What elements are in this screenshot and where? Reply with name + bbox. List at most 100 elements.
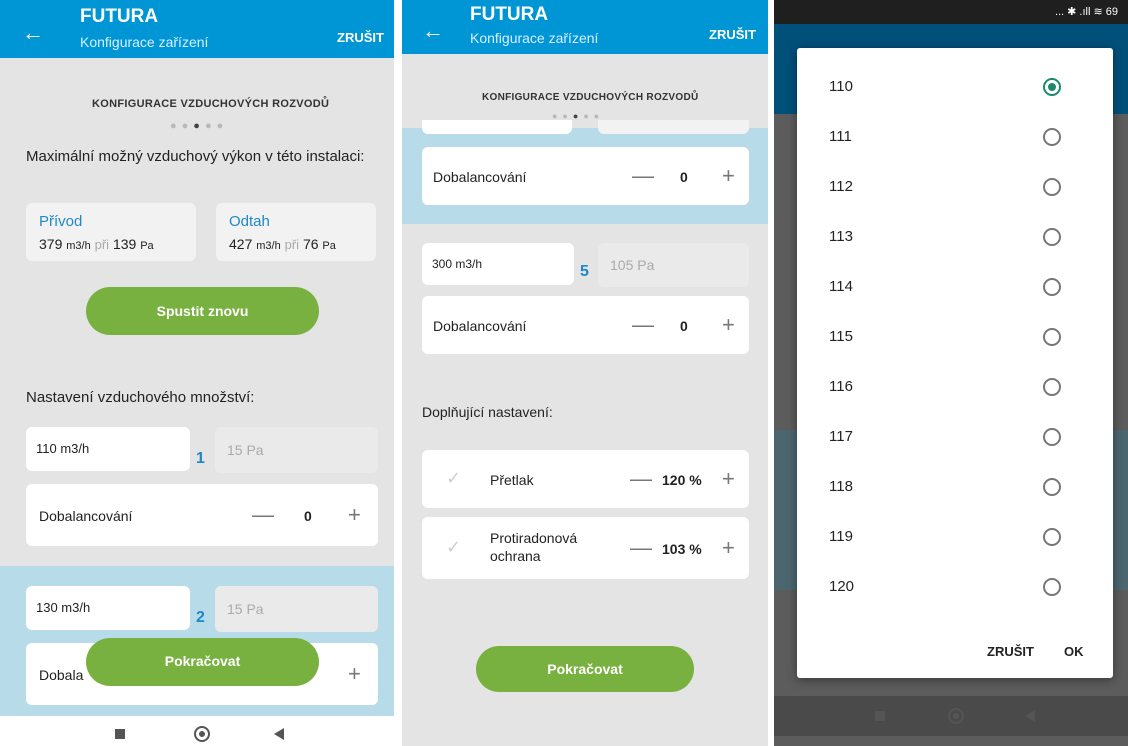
pressure-field-1: 15 Pa	[215, 427, 378, 473]
balance-value: 0	[680, 169, 688, 185]
option-112[interactable]: 112	[797, 164, 1113, 214]
radio-icon[interactable]	[1043, 278, 1061, 296]
plus-icon[interactable]: +	[348, 663, 361, 685]
check-icon[interactable]: ✓	[446, 468, 461, 489]
app-subtitle: Konfigurace zařízení	[80, 34, 209, 50]
status-icons: ... ✱ .ıll ≋ 69	[1054, 6, 1118, 18]
pressure-field-partial	[598, 118, 749, 134]
extra-settings-heading: Doplňující nastavení:	[422, 404, 553, 420]
option-119[interactable]: 119	[797, 514, 1113, 564]
balance-label: Dobalancování	[433, 169, 527, 185]
minus-icon[interactable]: —	[630, 537, 652, 559]
home-icon[interactable]	[948, 708, 964, 724]
row-index-2: 2	[196, 609, 205, 626]
dialog-ok-button[interactable]: OK	[1064, 644, 1084, 659]
radio-icon[interactable]	[1043, 328, 1061, 346]
value-picker-dialog: 110 111 112 113 114 115 116 117 118 119 …	[797, 48, 1113, 678]
flow-input-5[interactable]: 300 m3/h	[422, 243, 574, 285]
balance-card-5: Dobalancování — 0 +	[422, 296, 749, 354]
radio-selected-icon[interactable]	[1043, 78, 1061, 96]
step-dots: ●●●●●	[170, 120, 229, 132]
plus-icon[interactable]: +	[722, 165, 735, 187]
supply-card: Přívod 379 m3/h při 139 Pa	[26, 203, 196, 261]
back-nav-icon[interactable]	[274, 728, 284, 740]
option-110[interactable]: 110	[797, 64, 1113, 114]
option-111[interactable]: 111	[797, 114, 1113, 164]
option-116[interactable]: 116	[797, 364, 1113, 414]
option-113[interactable]: 113	[797, 214, 1113, 264]
system-navbar	[0, 716, 394, 746]
minus-icon[interactable]: —	[632, 314, 654, 336]
app-title: FUTURA	[470, 4, 549, 25]
plus-icon[interactable]: +	[348, 504, 361, 526]
flow-input-partial	[422, 118, 572, 134]
plus-icon[interactable]: +	[722, 537, 735, 559]
radio-icon[interactable]	[1043, 578, 1061, 596]
cancel-button[interactable]: ZRUŠIT	[709, 27, 756, 42]
radio-icon[interactable]	[1043, 378, 1061, 396]
recent-apps-icon[interactable]	[875, 711, 885, 721]
overpressure-card: ✓ Přetlak — 120 % +	[422, 450, 749, 508]
radon-label-line1: Protiradonová	[490, 530, 578, 546]
balance-label: Dobalancování	[433, 318, 527, 334]
option-117[interactable]: 117	[797, 414, 1113, 464]
back-arrow-icon[interactable]: ←	[422, 20, 444, 42]
balance-value: 0	[680, 318, 688, 334]
section-title: KONFIGURACE VZDUCHOVÝCH ROZVODŮ	[92, 98, 330, 110]
supply-value: 379 m3/h při 139 Pa	[39, 236, 154, 252]
app-subtitle: Konfigurace zařízení	[470, 30, 599, 46]
dialog-cancel-button[interactable]: ZRUŠIT	[987, 644, 1034, 659]
radio-icon[interactable]	[1043, 528, 1061, 546]
option-115[interactable]: 115	[797, 314, 1113, 364]
back-nav-icon[interactable]	[1025, 710, 1035, 722]
screen-air-distribution-2: ← FUTURA Konfigurace zařízení ZRUŠIT KON…	[402, 0, 768, 746]
app-title: FUTURA	[80, 6, 159, 27]
restart-button[interactable]: Spustit znovu	[86, 287, 319, 335]
flow-input-2[interactable]: 130 m3/h	[26, 586, 190, 630]
radon-card: ✓ Protiradonová ochrana — 103 % +	[422, 517, 749, 579]
radio-icon[interactable]	[1043, 228, 1061, 246]
overpressure-value: 120 %	[662, 472, 702, 488]
plus-icon[interactable]: +	[722, 468, 735, 490]
option-118[interactable]: 118	[797, 464, 1113, 514]
exhaust-value: 427 m3/h při 76 Pa	[229, 236, 336, 252]
minus-icon[interactable]: —	[632, 165, 654, 187]
balance-label: Dobalancování	[39, 508, 133, 524]
radio-icon[interactable]	[1043, 178, 1061, 196]
option-114[interactable]: 114	[797, 264, 1113, 314]
continue-button[interactable]: Pokračovat	[86, 638, 319, 686]
screen-air-distribution-1: ← FUTURA Konfigurace zařízení ZRUŠIT KON…	[0, 0, 394, 746]
radio-icon[interactable]	[1043, 478, 1061, 496]
home-icon[interactable]	[194, 726, 210, 742]
continue-button[interactable]: Pokračovat	[476, 646, 694, 692]
exhaust-card: Odtah 427 m3/h při 76 Pa	[216, 203, 376, 261]
section-title: KONFIGURACE VZDUCHOVÝCH ROZVODŮ	[482, 92, 699, 103]
minus-icon[interactable]: —	[252, 504, 274, 526]
air-settings-heading: Nastavení vzduchového množství:	[26, 389, 255, 406]
flow-input-1[interactable]: 110 m3/h	[26, 427, 190, 471]
app-bar: ← FUTURA Konfigurace zařízení ZRUŠIT	[402, 0, 768, 54]
radon-label-line2: ochrana	[490, 548, 541, 564]
plus-icon[interactable]: +	[722, 314, 735, 336]
supply-label: Přívod	[39, 213, 83, 230]
row-index-5: 5	[580, 263, 589, 280]
exhaust-label: Odtah	[229, 213, 270, 230]
cancel-button[interactable]: ZRUŠIT	[337, 30, 384, 45]
minus-icon[interactable]: —	[630, 468, 652, 490]
app-bar: ← FUTURA Konfigurace zařízení ZRUŠIT	[0, 0, 394, 58]
radio-icon[interactable]	[1043, 428, 1061, 446]
balance-label: Dobala	[39, 667, 84, 683]
recent-apps-icon[interactable]	[115, 729, 125, 739]
screen-picker-dialog: ... ✱ .ıll ≋ 69 110 111 112 113 114 115 …	[774, 0, 1128, 746]
check-icon[interactable]: ✓	[446, 537, 461, 558]
back-arrow-icon[interactable]: ←	[22, 22, 44, 44]
radio-icon[interactable]	[1043, 128, 1061, 146]
option-120[interactable]: 120	[797, 564, 1113, 614]
max-performance-heading: Maximální možný vzduchový výkon v této i…	[26, 148, 365, 165]
pressure-field-5: 105 Pa	[598, 243, 749, 287]
balance-card-prev: Dobalancování — 0 +	[422, 147, 749, 205]
step-dots: ●●●●●	[552, 111, 605, 121]
balance-value: 0	[304, 508, 312, 524]
radon-value: 103 %	[662, 541, 702, 557]
status-bar: ... ✱ .ıll ≋ 69	[774, 0, 1128, 24]
